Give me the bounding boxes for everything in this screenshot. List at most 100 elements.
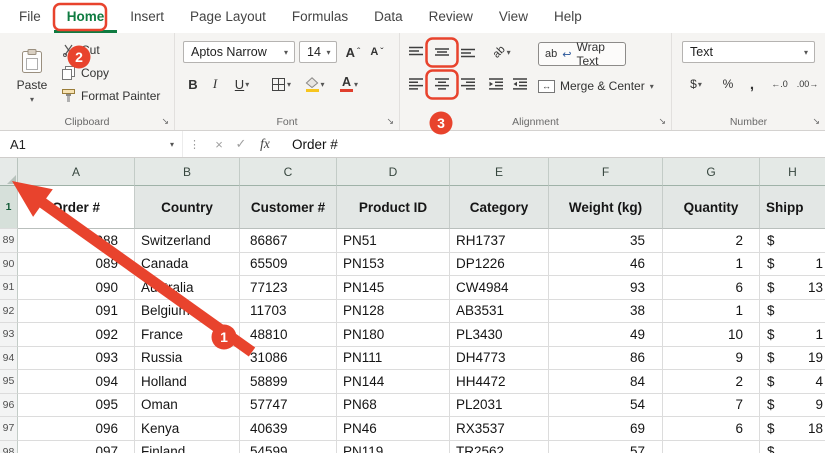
fill-color-button[interactable]: ▾	[299, 73, 331, 95]
cell-qty[interactable]: 2	[663, 370, 760, 394]
font-size-combobox[interactable]: 14 ▾	[299, 41, 337, 63]
orientation-button[interactable]: ab ▾	[486, 41, 518, 63]
row-header[interactable]: 93	[0, 323, 18, 347]
wrap-text-button[interactable]: ab ↩ Wrap Text	[538, 40, 626, 68]
tab-page-layout[interactable]: Page Layout	[177, 0, 279, 33]
column-header-g[interactable]: G	[663, 158, 760, 186]
increase-decimal-button[interactable]: ←.0	[766, 73, 793, 95]
cell-category[interactable]: PL2031	[450, 393, 549, 417]
row-header[interactable]: 92	[0, 299, 18, 323]
cell-customer[interactable]: 40639	[240, 417, 337, 441]
cut-button[interactable]: Cut	[62, 40, 100, 60]
cell-qty[interactable]: 10	[663, 323, 760, 347]
cell-qty[interactable]: 1	[663, 299, 760, 323]
cell-category[interactable]: TR2562	[450, 440, 549, 453]
cell-customer[interactable]: 77123	[240, 276, 337, 300]
cell-order[interactable]: 088	[18, 229, 135, 253]
header-cell-weight[interactable]: Weight (kg)	[549, 186, 663, 229]
cell-order[interactable]: 097	[18, 440, 135, 453]
tab-data[interactable]: Data	[361, 0, 416, 33]
cell-product[interactable]: PN51	[337, 229, 450, 253]
column-header-f[interactable]: F	[549, 158, 663, 186]
copy-button[interactable]: Copy	[62, 63, 109, 83]
header-cell-product[interactable]: Product ID	[337, 186, 450, 229]
cell-weight[interactable]: 35	[549, 229, 663, 253]
cell-country[interactable]: Oman	[135, 393, 240, 417]
cell-shipping[interactable]: $	[760, 440, 825, 453]
cell-product[interactable]: PN119	[337, 440, 450, 453]
cell-a1-active[interactable]: Order #	[18, 186, 135, 229]
tab-insert[interactable]: Insert	[117, 0, 177, 33]
row-header[interactable]: 89	[0, 229, 18, 253]
increase-font-size-button[interactable]: Aˆ	[341, 41, 365, 63]
cell-order[interactable]: 091	[18, 299, 135, 323]
cell-customer[interactable]: 58899	[240, 370, 337, 394]
tab-home[interactable]: Home	[54, 0, 118, 33]
tab-view[interactable]: View	[486, 0, 541, 33]
cell-order[interactable]: 096	[18, 417, 135, 441]
cell-order[interactable]: 094	[18, 370, 135, 394]
header-cell-customer[interactable]: Customer #	[240, 186, 337, 229]
cell-qty[interactable]: 7	[663, 393, 760, 417]
comma-style-button[interactable]: ,	[740, 73, 764, 95]
header-cell-quantity[interactable]: Quantity	[663, 186, 760, 229]
cell-country[interactable]: Kenya	[135, 417, 240, 441]
number-format-combobox[interactable]: Text ▾	[682, 41, 815, 63]
decrease-font-size-button[interactable]: Aˇ	[365, 41, 389, 63]
formula-input[interactable]: Order #	[292, 137, 338, 152]
percent-style-button[interactable]: %	[716, 73, 740, 95]
drag-handle-icon[interactable]: ⋮	[189, 138, 200, 151]
underline-button[interactable]: U ▾	[227, 73, 257, 95]
dialog-launcher-icon[interactable]: ↘	[812, 117, 820, 126]
row-header[interactable]: 94	[0, 346, 18, 370]
cancel-button[interactable]: ×	[208, 137, 230, 152]
cell-qty[interactable]	[663, 440, 760, 453]
increase-indent-button[interactable]	[508, 73, 532, 95]
column-header-h[interactable]: H	[760, 158, 825, 186]
font-color-button[interactable]: A ▾	[333, 73, 365, 95]
row-header[interactable]: 98	[0, 440, 18, 453]
cell-shipping[interactable]: $4	[760, 370, 825, 394]
header-cell-category[interactable]: Category	[450, 186, 549, 229]
italic-button[interactable]: I	[205, 73, 225, 95]
cell-product[interactable]: PN111	[337, 346, 450, 370]
cell-qty[interactable]: 6	[663, 276, 760, 300]
cell-product[interactable]: PN153	[337, 252, 450, 276]
row-header-1[interactable]: 1	[0, 186, 18, 229]
cell-qty[interactable]: 9	[663, 346, 760, 370]
column-header-c[interactable]: C	[240, 158, 337, 186]
cell-country[interactable]: Australia	[135, 276, 240, 300]
cell-category[interactable]: RX3537	[450, 417, 549, 441]
cell-country[interactable]: Holland	[135, 370, 240, 394]
cell-product[interactable]: PN180	[337, 323, 450, 347]
row-header[interactable]: 90	[0, 252, 18, 276]
cell-customer[interactable]: 54599	[240, 440, 337, 453]
cell-customer[interactable]: 48810	[240, 323, 337, 347]
column-header-e[interactable]: E	[450, 158, 549, 186]
cell-order[interactable]: 089	[18, 252, 135, 276]
center-button[interactable]	[430, 73, 454, 95]
cell-qty[interactable]: 2	[663, 229, 760, 253]
cell-customer[interactable]: 86867	[240, 229, 337, 253]
paste-button[interactable]: Paste ▾	[8, 39, 56, 113]
format-painter-button[interactable]: Format Painter	[62, 86, 160, 106]
cell-weight[interactable]: 84	[549, 370, 663, 394]
top-align-button[interactable]	[404, 41, 428, 63]
cell-shipping[interactable]: $13	[760, 276, 825, 300]
cell-shipping[interactable]: $1	[760, 323, 825, 347]
row-header[interactable]: 91	[0, 276, 18, 300]
tab-file[interactable]: File	[6, 0, 54, 33]
cell-category[interactable]: DP1226	[450, 252, 549, 276]
borders-button[interactable]: ▾	[265, 73, 297, 95]
cell-country[interactable]: Belgium	[135, 299, 240, 323]
cell-qty[interactable]: 6	[663, 417, 760, 441]
cell-order[interactable]: 090	[18, 276, 135, 300]
row-header[interactable]: 95	[0, 370, 18, 394]
middle-align-button[interactable]	[430, 41, 454, 63]
decrease-indent-button[interactable]	[484, 73, 508, 95]
cell-weight[interactable]: 93	[549, 276, 663, 300]
cell-category[interactable]: PL3430	[450, 323, 549, 347]
name-box[interactable]: A1 ▾	[0, 131, 183, 157]
insert-function-button[interactable]: fx	[252, 136, 278, 152]
cell-shipping[interactable]: $9	[760, 393, 825, 417]
